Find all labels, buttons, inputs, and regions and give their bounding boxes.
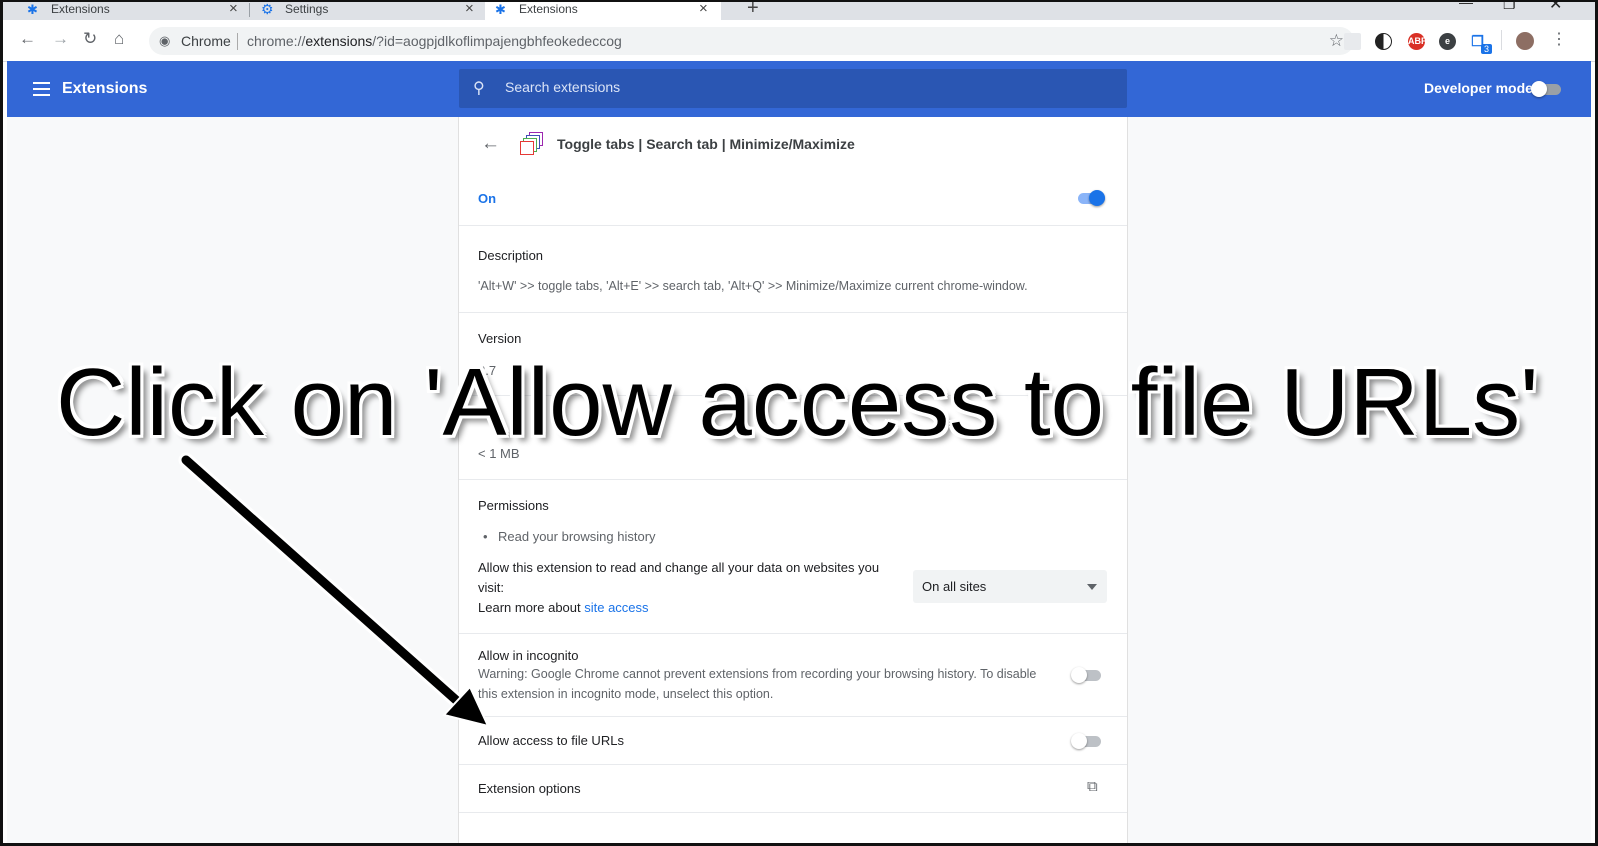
window-frame [0, 0, 1598, 846]
